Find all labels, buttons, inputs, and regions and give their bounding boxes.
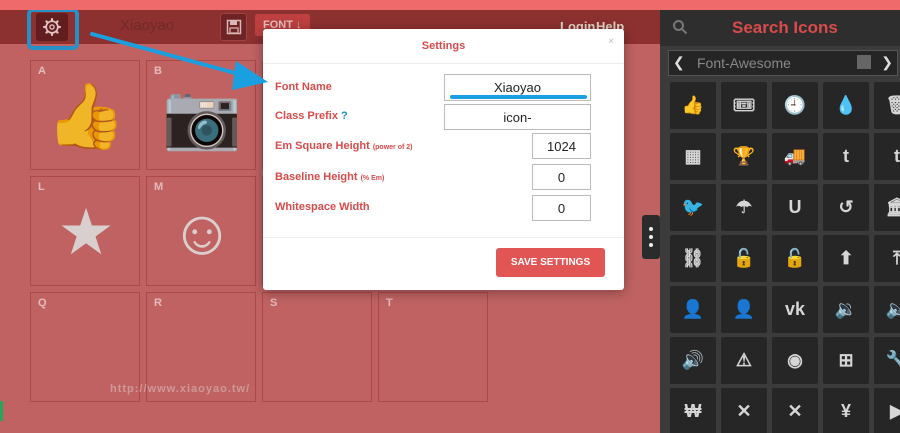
upload-icon[interactable]: ⤒ <box>874 235 900 282</box>
won-icon[interactable]: ₩ <box>670 388 716 433</box>
icon-search-input[interactable]: Search Icons <box>732 18 838 38</box>
yen-icon[interactable]: ¥ <box>823 388 869 433</box>
baseline-note: (% Em) <box>360 175 385 182</box>
tumblr-square-icon[interactable]: t <box>823 133 869 180</box>
baseline-label: Baseline Height <box>275 171 358 183</box>
umbrella-icon[interactable]: ☂ <box>721 184 767 231</box>
handle-dot <box>649 227 653 231</box>
font-name-label: Font Name <box>275 81 332 93</box>
close-icon[interactable]: × <box>608 36 614 47</box>
class-prefix-field[interactable] <box>444 104 591 130</box>
wrench-icon[interactable]: 🔧 <box>874 337 900 384</box>
volume-down-icon[interactable]: 🔉 <box>823 286 869 333</box>
baseline-field[interactable] <box>532 164 591 190</box>
xing-square-icon[interactable]: ✕ <box>721 388 767 433</box>
panel-resize-handle[interactable] <box>642 215 660 259</box>
unlink-icon[interactable]: ⛓ <box>670 235 716 282</box>
unlock-icon[interactable]: 🔓 <box>721 235 767 282</box>
handle-dot <box>649 235 653 239</box>
twitter-square-icon[interactable]: 🐦 <box>670 184 716 231</box>
trophy-icon[interactable]: 🏆 <box>721 133 767 180</box>
volume-off-icon[interactable]: 🔈 <box>874 286 900 333</box>
windows-icon[interactable]: ⊞ <box>823 337 869 384</box>
tumblr-icon[interactable]: t <box>874 133 900 180</box>
thumbs-up-icon[interactable]: 👍 <box>670 82 716 129</box>
whitespace-width-label: Whitespace Width <box>275 201 370 213</box>
search-icon <box>673 20 688 35</box>
class-prefix-row: Class Prefix ? <box>275 110 348 122</box>
handle-dot <box>649 243 653 247</box>
warning-icon[interactable]: ⚠ <box>721 337 767 384</box>
divider <box>263 63 624 64</box>
icon-set-name: Font-Awesome <box>697 55 791 71</box>
class-prefix-label: Class Prefix <box>275 110 338 122</box>
youtube-play-icon[interactable]: ▶ <box>874 388 900 433</box>
dialog-title: Settings <box>421 40 466 52</box>
user-icon[interactable]: 👤 <box>721 286 767 333</box>
icon-search-bar: Search Icons <box>660 10 900 46</box>
undo-icon[interactable]: ↺ <box>823 184 869 231</box>
drop-icon[interactable]: 💧 <box>823 82 869 129</box>
trash-icon[interactable]: 🗑 <box>874 82 900 129</box>
help-icon[interactable]: ? <box>341 110 348 122</box>
baseline-row: Baseline Height (% Em) <box>275 171 384 183</box>
volume-up-icon[interactable]: 🔊 <box>670 337 716 384</box>
xing-icon[interactable]: ✕ <box>772 388 818 433</box>
annotation-underline <box>450 95 587 99</box>
em-height-field[interactable] <box>532 133 591 159</box>
em-height-row: Em Square Height (power of 2) <box>275 140 412 152</box>
unlock-alt-icon[interactable]: 🔓 <box>772 235 818 282</box>
chevron-right-icon[interactable]: ❯ <box>881 54 893 71</box>
truck-icon[interactable]: 🚚 <box>772 133 818 180</box>
university-icon[interactable]: 🏛 <box>874 184 900 231</box>
user-md-icon[interactable]: 👤 <box>670 286 716 333</box>
divider <box>263 237 624 238</box>
underline-icon[interactable]: U <box>772 184 818 231</box>
vk-icon[interactable]: vk <box>772 286 818 333</box>
clock-icon[interactable]: 🕘 <box>772 82 818 129</box>
save-settings-button[interactable]: SAVE SETTINGS <box>496 248 605 277</box>
chevron-left-icon[interactable]: ❮ <box>673 54 685 71</box>
em-height-note: (power of 2) <box>372 144 413 151</box>
list-icon[interactable] <box>857 55 871 69</box>
em-height-label: Em Square Height <box>275 140 370 152</box>
icon-library-panel: Search Icons ❮ Font-Awesome ❯ 👍 🎟 🕘 💧 🗑 ▦ 🏆 🚚 t t… <box>660 10 900 433</box>
arrow-circle-up-icon[interactable]: ⬆ <box>823 235 869 282</box>
top-accent-bar <box>0 0 900 10</box>
weibo-icon[interactable]: ◉ <box>772 337 818 384</box>
side-tab[interactable] <box>0 401 3 421</box>
icon-set-selector[interactable]: ❮ Font-Awesome ❯ <box>668 50 898 76</box>
whitespace-width-field[interactable] <box>532 195 591 221</box>
ticket-icon[interactable]: 🎟 <box>721 82 767 129</box>
settings-dialog: Settings × Font Name Class Prefix ? Em S… <box>263 29 624 290</box>
trello-icon[interactable]: ▦ <box>670 133 716 180</box>
